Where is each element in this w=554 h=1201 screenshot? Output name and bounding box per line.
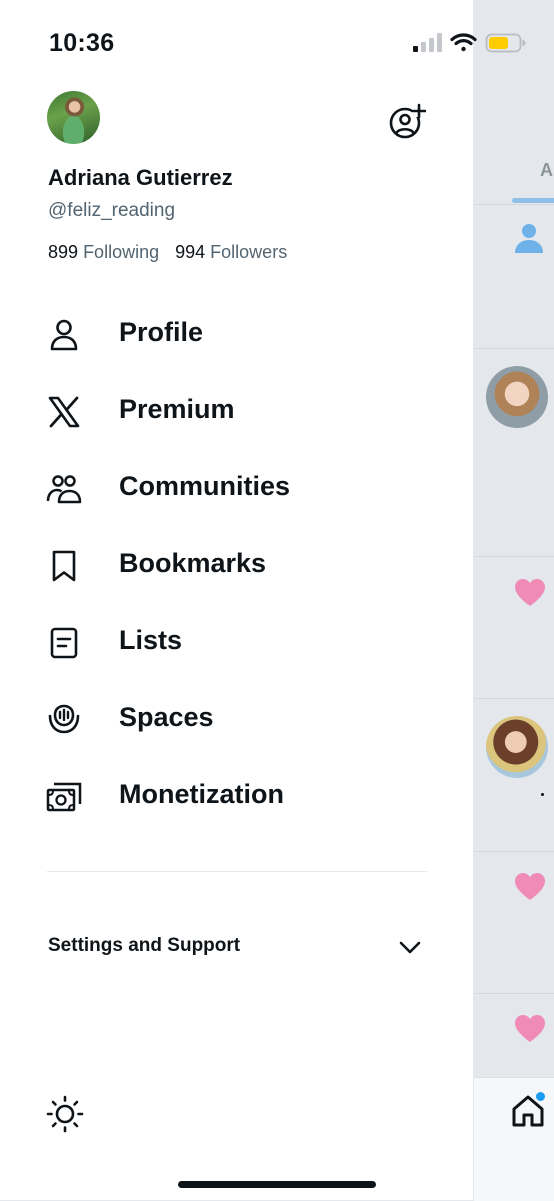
feed-avatar[interactable] — [486, 366, 548, 428]
home-notification-dot — [534, 1090, 547, 1103]
chevron-down-icon — [399, 941, 421, 954]
feed-tab-label[interactable]: A — [540, 160, 553, 181]
feed-divider — [474, 348, 554, 349]
menu-item-communities[interactable]: Communities — [0, 456, 473, 520]
heart-icon — [515, 1015, 545, 1042]
feed-tab-underline — [512, 198, 554, 203]
divider — [47, 871, 427, 872]
feed-divider — [474, 993, 554, 994]
settings-and-support-label: Settings and Support — [48, 935, 241, 956]
menu-item-label: Spaces — [119, 702, 214, 732]
monetization-icon — [46, 782, 82, 812]
follow-stats: 899 Following 994 Followers — [48, 242, 287, 263]
menu-item-label: Profile — [119, 317, 204, 347]
spaces-icon — [48, 704, 80, 734]
feed-divider — [474, 556, 554, 557]
following-link[interactable]: 899 Following — [48, 242, 159, 262]
followers-link[interactable]: 994 Followers — [175, 242, 287, 262]
menu-item-label: Premium — [119, 394, 235, 424]
followers-count: 994 — [175, 242, 206, 262]
feed-dot — [541, 793, 544, 796]
cellular-signal-icon — [413, 33, 442, 52]
menu-item-bookmarks[interactable]: Bookmarks — [0, 533, 473, 597]
menu-item-profile[interactable]: Profile — [0, 302, 473, 366]
person-icon — [50, 319, 78, 351]
settings-and-support-toggle[interactable]: Settings and Support — [0, 925, 473, 969]
communities-icon — [46, 475, 82, 504]
menu-item-premium[interactable]: Premium — [0, 379, 473, 443]
heart-icon — [515, 873, 545, 900]
feed-divider — [474, 851, 554, 852]
battery-icon — [485, 33, 526, 53]
wifi-icon — [450, 33, 477, 52]
status-icons — [413, 33, 526, 53]
bookmark-icon — [52, 550, 76, 582]
user-handle: @feliz_reading — [48, 200, 176, 221]
feed-divider — [474, 698, 554, 699]
avatar[interactable] — [47, 91, 100, 144]
feed-divider — [474, 204, 554, 205]
status-time: 10:36 — [49, 29, 115, 57]
side-drawer: 10:36 Adriana Gutierrez @feliz_reading 8… — [0, 0, 526, 1200]
menu-item-lists[interactable]: Lists — [0, 610, 473, 674]
feed-avatar[interactable] — [486, 716, 548, 778]
following-label: Following — [83, 242, 160, 262]
heart-icon — [515, 579, 545, 606]
menu-item-label: Monetization — [119, 779, 284, 809]
user-display-name: Adriana Gutierrez — [48, 165, 233, 190]
menu-item-label: Lists — [119, 625, 183, 655]
followers-label: Followers — [210, 242, 288, 262]
following-count: 899 — [48, 242, 79, 262]
menu-item-spaces[interactable]: Spaces — [0, 687, 473, 751]
lists-icon — [50, 627, 78, 659]
home-indicator[interactable] — [178, 1181, 376, 1188]
display-theme-icon[interactable] — [46, 1095, 84, 1133]
menu-item-monetization[interactable]: Monetization — [0, 764, 473, 828]
follow-notification-icon — [515, 224, 543, 253]
add-account-icon[interactable] — [388, 102, 426, 140]
menu-item-label: Bookmarks — [119, 548, 267, 578]
x-logo-icon — [48, 396, 80, 428]
menu-item-label: Communities — [119, 471, 291, 501]
